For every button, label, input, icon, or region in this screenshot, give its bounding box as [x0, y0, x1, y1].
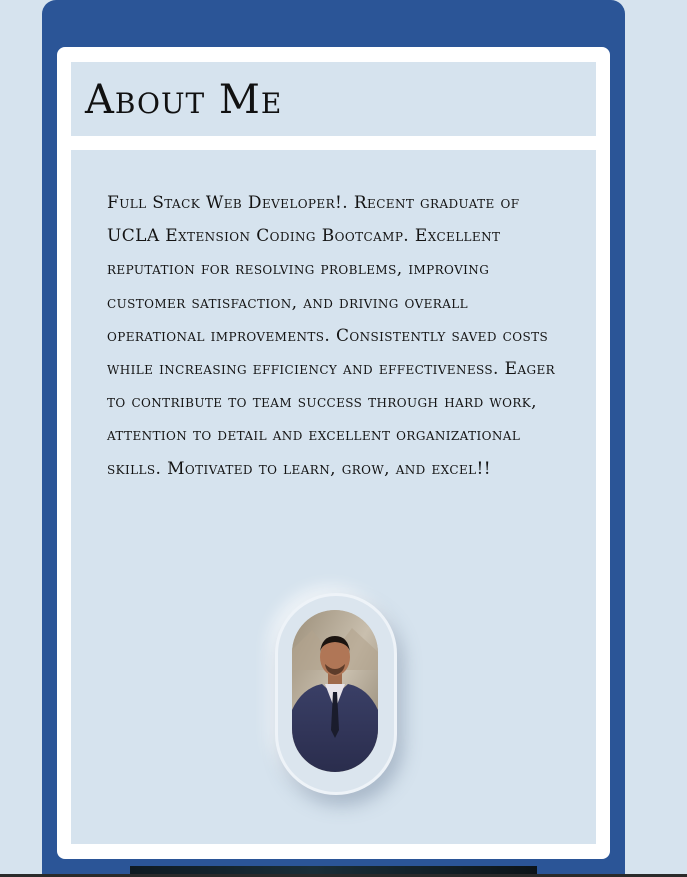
page-title: About Me	[85, 77, 283, 123]
bio-text: Full Stack Web Developer!. Recent gradua…	[107, 193, 556, 479]
about-content: Full Stack Web Developer!. Recent gradua…	[71, 150, 596, 844]
profile-photo	[292, 610, 378, 772]
profile-photo-frame	[275, 593, 397, 795]
about-header: About Me	[71, 62, 596, 136]
